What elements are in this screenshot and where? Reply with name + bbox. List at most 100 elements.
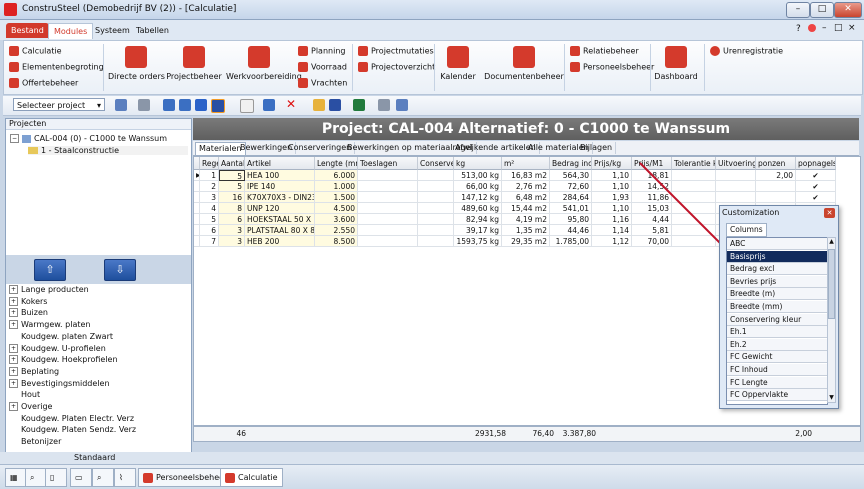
cell-prijs-kg[interactable]: 1,12 — [592, 236, 632, 247]
cell-lengte[interactable]: 4.500 — [315, 203, 358, 214]
tab-bestand[interactable]: Bestand — [6, 23, 49, 38]
column-header-aantal[interactable]: Aantal — [219, 157, 245, 170]
cell-prijs-kg[interactable]: 1,10 — [592, 170, 632, 181]
product-category[interactable]: + Warmgew. platen — [9, 320, 90, 330]
column-option[interactable]: Eh.2 — [727, 338, 827, 351]
cell-conserver[interactable] — [418, 225, 454, 236]
expand-icon[interactable]: + — [9, 343, 18, 353]
expand-icon[interactable]: + — [9, 378, 18, 388]
maximize-button[interactable]: □ — [810, 2, 834, 18]
cell-prijs-kg[interactable]: 1,93 — [592, 192, 632, 203]
ribbon-restore-icon[interactable]: □ — [834, 23, 843, 33]
ribbon-minimize-icon[interactable]: – — [822, 23, 827, 33]
cell-rege[interactable]: 5 — [200, 214, 219, 225]
minimize-button[interactable]: – — [786, 2, 810, 18]
cell-prijs-m1[interactable]: 14,52 — [632, 181, 672, 192]
cell-prijs-kg[interactable]: 1,16 — [592, 214, 632, 225]
column-header-toeslagen[interactable]: Toeslagen — [358, 157, 418, 170]
project-select[interactable]: Selecteer project ▾ — [13, 98, 105, 111]
product-category[interactable]: Koudgew. Platen Electr. Verz — [9, 414, 134, 423]
cell-toeslagen[interactable] — [358, 181, 418, 192]
projectmutaties-button[interactable]: Projectmutaties — [358, 46, 434, 56]
vrachten-button[interactable]: Vrachten — [298, 78, 347, 88]
cell-lengte[interactable]: 8.500 — [315, 236, 358, 247]
expand-icon[interactable]: + — [9, 285, 18, 294]
offertebeheer-button[interactable]: Offertebeheer — [9, 78, 78, 88]
collapse-icon[interactable]: − — [10, 134, 19, 143]
cell-aantal[interactable]: 16 — [219, 192, 245, 203]
customization-close-button[interactable]: ✕ — [824, 208, 835, 218]
column-header-kg[interactable]: kg — [454, 157, 502, 170]
cell-prijs-m1[interactable]: 4,44 — [632, 214, 672, 225]
cell-conserver[interactable] — [418, 214, 454, 225]
column-option[interactable]: Breedte (mm) — [727, 301, 827, 313]
cell-aantal[interactable]: 8 — [219, 203, 245, 214]
task-personeelsbeheer[interactable]: Personeelsbeheer — [138, 468, 233, 487]
save-icon[interactable] — [329, 99, 341, 111]
subproject-node[interactable]: 1 - Staalconstructie — [28, 146, 188, 155]
move-down-button[interactable]: ⇩ — [104, 259, 136, 281]
excel-icon[interactable] — [353, 99, 365, 111]
paperclip-icon[interactable]: ⌇ — [114, 468, 136, 487]
cell-rege[interactable]: 2 — [200, 181, 219, 192]
cell-tolerantie[interactable] — [672, 214, 716, 225]
cell-prijs-m1[interactable]: 5,81 — [632, 225, 672, 236]
column-option[interactable]: Bedrag excl — [727, 263, 827, 276]
werkvoorbereiding-button[interactable]: Werkvoorbereiding — [226, 46, 302, 81]
cell-artikel[interactable]: IPE 140 — [245, 181, 315, 192]
ribbon-close-icon[interactable]: × — [848, 23, 856, 33]
product-category[interactable]: + Koudgew. U-profielen — [9, 343, 106, 353]
cell-ponzen[interactable]: 2,00 — [756, 170, 796, 181]
column-header-prijs-kg[interactable]: Prijs/kg — [592, 157, 632, 170]
cell-prijs-m1[interactable]: 18,81 — [632, 170, 672, 181]
cell-rege[interactable]: 6 — [200, 225, 219, 236]
cell-bedrag-incl[interactable]: 564,30 — [550, 170, 592, 181]
cell-toeslagen[interactable] — [358, 214, 418, 225]
tab-tabellen[interactable]: Tabellen — [131, 23, 174, 38]
cell-tolerantie[interactable] — [672, 192, 716, 203]
grid-icon[interactable] — [179, 99, 191, 111]
kalender-button[interactable]: Kalender — [438, 46, 478, 81]
cell-tolerantie[interactable] — [672, 225, 716, 236]
cell-lengte[interactable]: 3.600 — [315, 214, 358, 225]
project-node[interactable]: − CAL-004 (0) - C1000 te Wanssum — [10, 134, 167, 143]
list-icon[interactable] — [138, 99, 150, 111]
planning-button[interactable]: Planning — [298, 46, 345, 56]
cell-artikel[interactable]: UNP 120 — [245, 203, 315, 214]
product-category[interactable]: + Lange producten — [9, 285, 89, 294]
expand-icon[interactable]: + — [9, 320, 18, 330]
cell-ponzen[interactable] — [756, 181, 796, 192]
tab-systeem[interactable]: Systeem — [90, 23, 135, 38]
cell-bedrag-incl[interactable]: 44,46 — [550, 225, 592, 236]
column-list-scrollbar[interactable]: ▲ ▼ — [827, 237, 836, 403]
cell-m2[interactable]: 2,76 m2 — [502, 181, 550, 192]
tab-bijlagen[interactable]: Bijlagen — [577, 142, 617, 154]
product-category[interactable]: + Bevestigingsmiddelen — [9, 378, 110, 388]
preview-icon[interactable] — [396, 99, 408, 111]
elementenbegroting-button[interactable]: Elementenbegroting — [9, 62, 104, 72]
column-option[interactable]: Breedte (m) — [727, 288, 827, 301]
cell-uitvoering[interactable] — [716, 181, 756, 192]
cell-m2[interactable]: 29,35 m2 — [502, 236, 550, 247]
edit-icon[interactable] — [263, 99, 275, 111]
scroll-down-icon[interactable]: ▼ — [828, 394, 835, 402]
cell-toeslagen[interactable] — [358, 192, 418, 203]
attach-icon[interactable]: ▯ — [45, 468, 67, 487]
cell-artikel[interactable]: K70X70X3 - DIN2395 — [245, 192, 315, 203]
cell-toeslagen[interactable] — [358, 236, 418, 247]
column-header-bedrag-incl[interactable]: Bedrag incl — [550, 157, 592, 170]
nav-icon[interactable]: ▦ — [5, 468, 27, 487]
cell-prijs-m1[interactable]: 70,00 — [632, 236, 672, 247]
column-option[interactable]: Conservering kleur — [727, 313, 827, 326]
task-calculatie[interactable]: Calculatie — [220, 468, 283, 487]
cell-lengte[interactable]: 1.500 — [315, 192, 358, 203]
cell-popnagels[interactable]: ✔ — [796, 192, 836, 203]
cell-kg[interactable]: 82,94 kg — [454, 214, 502, 225]
cell-uitvoering[interactable] — [716, 192, 756, 203]
cell-m2[interactable]: 6,48 m2 — [502, 192, 550, 203]
columns-tab[interactable]: Columns — [726, 223, 767, 237]
cell-prijs-m1[interactable]: 15,03 — [632, 203, 672, 214]
cell-artikel[interactable]: HEB 200 — [245, 236, 315, 247]
print-icon[interactable] — [378, 99, 390, 111]
cell-bedrag-incl[interactable]: 95,80 — [550, 214, 592, 225]
